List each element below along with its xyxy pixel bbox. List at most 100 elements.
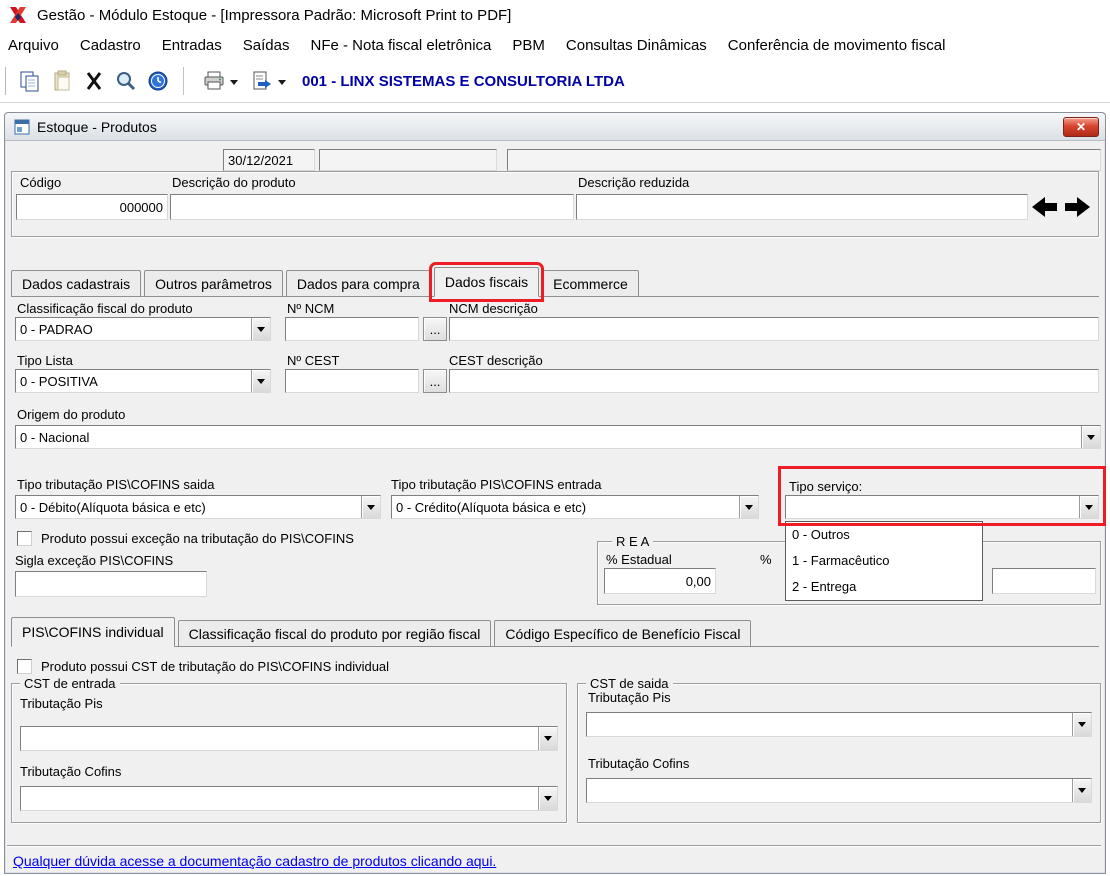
menu-pbm[interactable]: PBM xyxy=(512,37,545,54)
printer-icon xyxy=(204,71,224,90)
chevron-down-icon[interactable] xyxy=(1072,779,1091,802)
copy-button[interactable] xyxy=(14,65,46,97)
history-button[interactable] xyxy=(142,65,174,97)
rea-federal-label: % xyxy=(760,552,772,567)
menu-entradas[interactable]: Entradas xyxy=(162,37,222,54)
cst-entrada-pis-combo[interactable] xyxy=(20,726,558,751)
arrow-left-icon xyxy=(1032,197,1057,217)
descricao-reduzida-label: Descrição reduzida xyxy=(578,175,690,190)
documentation-link[interactable]: Qualquer dúvida acesse a documentação ca… xyxy=(13,853,496,869)
classificacao-fiscal-label: Classificação fiscal do produto xyxy=(17,301,193,316)
chevron-down-icon[interactable] xyxy=(1079,496,1098,518)
rea-estadual-input[interactable]: 0,00 xyxy=(604,568,716,594)
tipo-servico-option-outros[interactable]: 0 - Outros xyxy=(786,522,982,548)
sigla-excecao-label: Sigla exceção PIS\COFINS xyxy=(15,553,174,568)
cst-saida-pis-combo[interactable] xyxy=(586,712,1092,737)
pis-cofins-entrada-label: Tipo tributação PIS\COFINS entrada xyxy=(391,477,602,492)
cst-saida-cofins-label: Tributação Cofins xyxy=(588,756,690,771)
cest-descricao-input[interactable] xyxy=(449,369,1099,393)
origem-produto-label: Origem do produto xyxy=(17,407,126,422)
close-button[interactable]: ✕ xyxy=(1063,116,1099,137)
paste-button[interactable] xyxy=(46,65,78,97)
descricao-reduzida-input[interactable] xyxy=(576,194,1028,220)
subtab-codigo-beneficio-fiscal[interactable]: Código Específico de Benefício Fiscal xyxy=(494,620,752,646)
previous-record-button[interactable] xyxy=(1028,192,1060,222)
tab-ecommerce[interactable]: Ecommerce xyxy=(542,270,639,296)
codigo-input[interactable]: 000000 xyxy=(16,194,168,220)
readonly-field-1 xyxy=(319,149,497,171)
copy-icon xyxy=(20,71,39,92)
menu-arquivo[interactable]: Arquivo xyxy=(8,37,59,54)
ncm-browse-button[interactable]: ... xyxy=(423,317,447,341)
tab-dados-fiscais[interactable]: Dados fiscais xyxy=(428,262,545,302)
tab-outros-parametros[interactable]: Outros parâmetros xyxy=(144,270,283,296)
print-button[interactable] xyxy=(196,65,244,97)
tipo-servico-combo[interactable] xyxy=(785,495,1099,519)
tab-dados-cadastrais[interactable]: Dados cadastrais xyxy=(11,270,142,296)
rea-value-input[interactable] xyxy=(992,568,1096,594)
next-record-button[interactable] xyxy=(1062,192,1094,222)
clock-icon xyxy=(148,71,168,91)
cst-entrada-title: CST de entrada xyxy=(20,676,120,691)
ncm-input[interactable] xyxy=(285,317,419,341)
cst-entrada-cofins-combo[interactable] xyxy=(20,786,558,811)
chevron-down-icon[interactable] xyxy=(538,787,557,810)
chevron-down-icon[interactable] xyxy=(251,318,270,340)
sigla-excecao-input[interactable] xyxy=(15,571,207,597)
descricao-produto-input[interactable] xyxy=(170,194,574,220)
delete-button[interactable] xyxy=(78,65,110,97)
chevron-down-icon[interactable] xyxy=(1072,713,1091,736)
menu-consultas-dinamicas[interactable]: Consultas Dinâmicas xyxy=(566,37,707,54)
pis-cofins-subtabs: PIS\COFINS individual Classificação fisc… xyxy=(11,617,1099,647)
tipo-lista-combo[interactable]: 0 - POSITIVA xyxy=(15,369,271,393)
tipo-servico-option-entrega[interactable]: 2 - Entrega xyxy=(786,574,982,600)
print-dropdown-caret-icon[interactable] xyxy=(230,79,238,89)
tab-dados-para-compra[interactable]: Dados para compra xyxy=(285,270,431,296)
readonly-field-2 xyxy=(507,149,1101,171)
cest-browse-button[interactable]: ... xyxy=(423,369,447,393)
close-icon: ✕ xyxy=(1075,119,1087,134)
cst-saida-title: CST de saida xyxy=(586,676,673,691)
footer-divider xyxy=(7,845,1101,847)
search-button[interactable] xyxy=(110,65,142,97)
export-dropdown-caret-icon[interactable] xyxy=(278,79,286,89)
ncm-descricao-input[interactable] xyxy=(449,317,1099,341)
cst-saida-cofins-combo[interactable] xyxy=(586,778,1092,803)
screen: Gestão - Módulo Estoque - [Impressora Pa… xyxy=(0,0,1110,876)
pis-cofins-entrada-combo[interactable]: 0 - Crédito(Alíquota básica e etc) xyxy=(391,495,759,519)
menu-saidas[interactable]: Saídas xyxy=(243,37,290,54)
chevron-down-icon[interactable] xyxy=(251,370,270,392)
ncm-descricao-label: NCM descrição xyxy=(449,301,538,316)
menu-cadastro[interactable]: Cadastro xyxy=(80,37,141,54)
menu-nfe[interactable]: NFe - Nota fiscal eletrônica xyxy=(310,37,491,54)
window-title-bar[interactable]: Estoque - Produtos ✕ xyxy=(5,113,1105,141)
chevron-down-icon[interactable] xyxy=(538,727,557,750)
menu-conferencia-movimento-fiscal[interactable]: Conferência de movimento fiscal xyxy=(728,37,946,54)
chevron-down-icon[interactable] xyxy=(739,496,758,518)
classificacao-fiscal-combo[interactable]: 0 - PADRAO xyxy=(15,317,271,341)
chevron-down-icon[interactable] xyxy=(1081,426,1100,448)
tipo-servico-label: Tipo serviço: xyxy=(789,479,863,494)
chevron-down-icon[interactable] xyxy=(361,496,380,518)
cest-input[interactable] xyxy=(285,369,419,393)
window-icon xyxy=(14,119,30,134)
subtab-classificacao-regiao-fiscal[interactable]: Classificação fiscal do produto por regi… xyxy=(177,620,492,646)
search-icon xyxy=(117,72,136,91)
date-field[interactable]: 30/12/2021 xyxy=(223,149,315,171)
pis-cofins-saida-label: Tipo tributação PIS\COFINS saida xyxy=(17,477,215,492)
cst-individual-checkbox[interactable] xyxy=(17,659,32,674)
pis-cofins-saida-combo[interactable]: 0 - Débito(Alíquota básica e etc) xyxy=(15,495,381,519)
descricao-produto-label: Descrição do produto xyxy=(172,175,296,190)
toolbar-separator xyxy=(183,67,187,95)
cest-descricao-label: CEST descrição xyxy=(449,353,543,368)
export-button[interactable] xyxy=(244,65,292,97)
subtab-pis-cofins-individual[interactable]: PIS\COFINS individual xyxy=(11,617,175,647)
origem-produto-value: 0 - Nacional xyxy=(20,429,90,445)
company-selector[interactable]: 001 - LINX SISTEMAS E CONSULTORIA LTDA xyxy=(302,73,625,90)
origem-produto-combo[interactable]: 0 - Nacional xyxy=(15,425,1101,449)
export-icon xyxy=(253,71,271,90)
tipo-servico-option-farmaceutico[interactable]: 1 - Farmacêutico xyxy=(786,548,982,574)
cst-individual-label: Produto possui CST de tributação do PIS\… xyxy=(41,659,390,674)
codigo-label: Código xyxy=(20,175,62,190)
excecao-pis-cofins-checkbox[interactable] xyxy=(17,531,32,546)
